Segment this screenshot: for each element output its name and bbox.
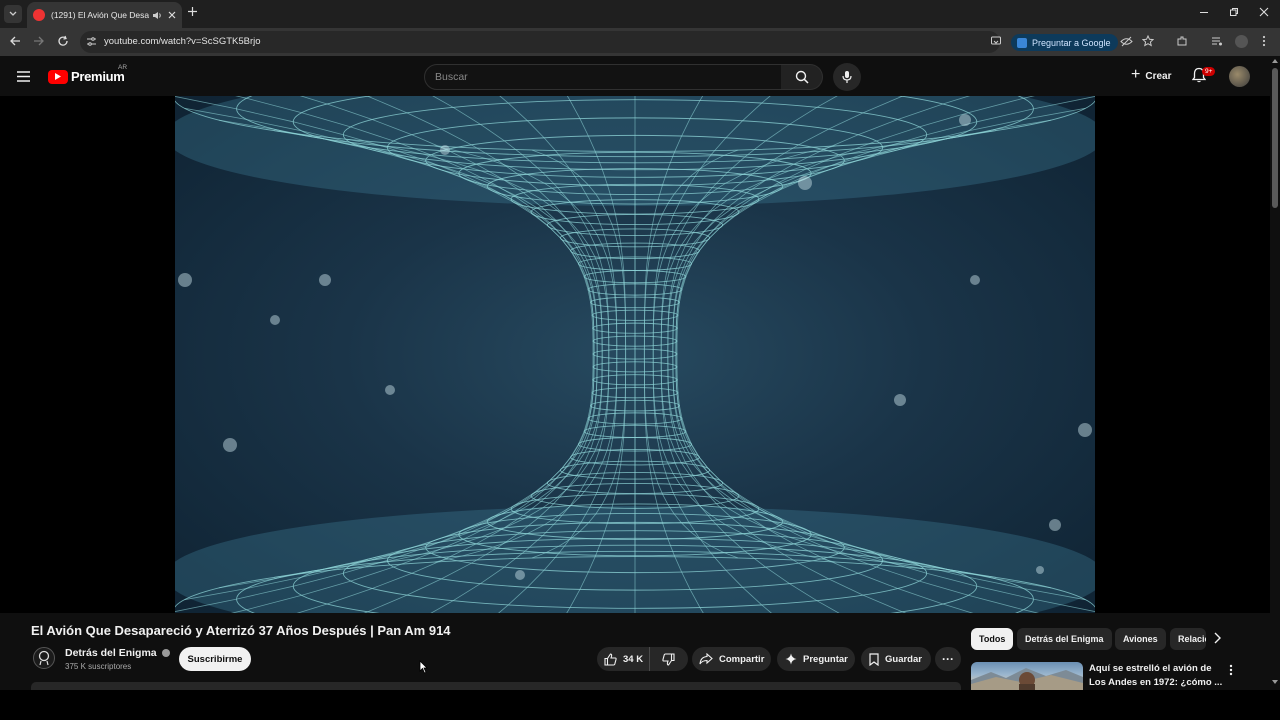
extensions-icon[interactable] (1176, 35, 1188, 47)
ask-google-label: Preguntar a Google (1032, 37, 1111, 48)
site-info-icon[interactable] (86, 36, 97, 47)
thumbs-up-icon (604, 652, 617, 666)
subscribe-button[interactable]: Suscribirme (179, 647, 251, 671)
channel-name-text: Detrás del Enigma (65, 647, 157, 659)
scroll-up-arrow-icon[interactable] (1272, 59, 1278, 63)
more-actions-button[interactable]: ··· (935, 647, 961, 671)
chevron-right-icon[interactable] (1213, 632, 1221, 644)
share-button[interactable]: Compartir (692, 647, 771, 671)
browser-menu-icon[interactable] (1262, 35, 1266, 47)
channel-logo-icon (38, 650, 50, 666)
thumbnail-image (971, 668, 1083, 690)
close-tab-icon[interactable] (168, 11, 176, 19)
kebab-menu-icon[interactable] (1229, 664, 1233, 676)
youtube-favicon-icon (33, 9, 45, 21)
minimize-icon[interactable] (1199, 7, 1209, 17)
search-input[interactable] (435, 65, 775, 89)
sparkle-icon (785, 653, 797, 665)
menu-hamburger-icon[interactable] (17, 71, 30, 82)
bookmark-icon (869, 652, 879, 666)
youtube-play-icon (48, 69, 68, 84)
dislike-button[interactable] (650, 647, 687, 671)
url-text: youtube.com/watch?v=ScSGTK5Brjo (104, 36, 261, 47)
new-tab-icon[interactable] (187, 6, 198, 17)
subscriber-count: 375 K suscriptores (65, 662, 132, 671)
description-box[interactable] (31, 682, 961, 690)
plus-icon: + (1131, 66, 1141, 83)
tab-search-button[interactable] (4, 5, 22, 23)
youtube-masthead: Premium AR + Crear 9+ (0, 56, 1270, 96)
save-label: Guardar (885, 653, 922, 665)
create-button[interactable]: + Crear (1123, 65, 1179, 87)
ask-button[interactable]: Preguntar (777, 647, 855, 671)
like-button[interactable]: 34 K (597, 647, 650, 671)
media-controls-icon[interactable] (1211, 35, 1223, 47)
reload-icon[interactable] (57, 35, 69, 47)
page-scrollbar[interactable] (1270, 56, 1280, 690)
recommended-video-thumbnail[interactable] (971, 662, 1083, 690)
voice-search-button[interactable] (833, 63, 861, 91)
more-horizontal-icon: ··· (942, 652, 954, 666)
recommended-video-title[interactable]: Aquí se estrelló el avión de Los Andes e… (1089, 662, 1227, 690)
speaker-icon[interactable] (152, 11, 162, 20)
chip-aviones[interactable]: Aviones (1115, 628, 1166, 650)
chip-relacionados[interactable]: Relacionados (1170, 628, 1206, 650)
browser-tabstrip: (1291) El Avión Que Desaparec (0, 0, 1280, 28)
video-player-area (0, 96, 1270, 613)
google-lens-icon (1017, 37, 1027, 48)
like-count: 34 K (623, 653, 644, 665)
search-icon (795, 70, 809, 84)
cast-icon[interactable] (990, 35, 1002, 47)
mouse-cursor-icon (419, 660, 428, 674)
ask-label: Preguntar (803, 653, 848, 665)
profile-icon[interactable] (1235, 35, 1248, 48)
share-label: Compartir (719, 653, 765, 665)
forward-arrow-icon[interactable] (33, 35, 45, 47)
video-title: El Avión Que Desapareció y Aterrizó 37 A… (31, 623, 451, 638)
youtube-premium-logo[interactable]: Premium AR (48, 64, 127, 84)
microphone-icon (842, 71, 852, 83)
search-button[interactable] (781, 64, 823, 90)
channel-name[interactable]: Detrás del Enigma (65, 647, 170, 659)
create-label: Crear (1145, 70, 1172, 82)
like-dislike-group: 34 K (597, 647, 688, 671)
thumbs-down-icon (662, 652, 675, 666)
restore-icon[interactable] (1229, 7, 1239, 17)
ask-google-button[interactable]: Preguntar a Google (1011, 34, 1118, 51)
notification-count-badge: 9+ (1202, 67, 1216, 76)
close-window-icon[interactable] (1259, 7, 1269, 17)
bottom-black-bar (0, 690, 1280, 720)
chip-todos[interactable]: Todos (971, 628, 1014, 650)
verified-badge-icon (161, 649, 170, 657)
share-arrow-icon (699, 653, 713, 665)
eye-off-icon[interactable] (1120, 36, 1133, 47)
bookmark-star-icon[interactable] (1142, 35, 1154, 47)
search-box (424, 64, 782, 90)
tab-title: (1291) El Avión Que Desaparec (51, 10, 149, 20)
channel-avatar[interactable] (33, 647, 55, 669)
scrollbar-thumb[interactable] (1272, 68, 1278, 208)
save-button[interactable]: Guardar (861, 647, 931, 671)
region-code: AR (118, 64, 128, 71)
video-player[interactable] (175, 96, 1095, 613)
chip-channel[interactable]: Detrás del Enigma (1017, 628, 1112, 650)
scroll-down-arrow-icon[interactable] (1272, 680, 1278, 684)
account-avatar[interactable] (1229, 66, 1250, 87)
back-arrow-icon[interactable] (9, 35, 21, 47)
chevron-down-icon (9, 11, 17, 16)
brand-name: Premium (71, 69, 125, 84)
wormhole-wireframe-frame (175, 96, 1095, 613)
browser-tab-active[interactable]: (1291) El Avión Que Desaparec (27, 2, 182, 28)
address-bar[interactable]: youtube.com/watch?v=ScSGTK5Brjo (80, 31, 1000, 53)
